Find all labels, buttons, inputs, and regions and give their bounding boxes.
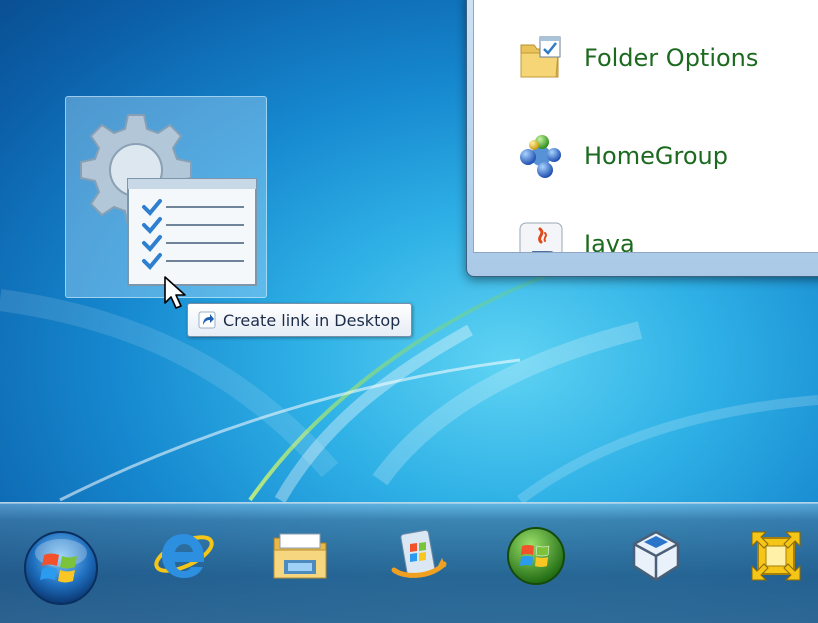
- cp-item-label: Java: [584, 230, 635, 253]
- tooltip-label: Create link in Desktop: [223, 310, 401, 330]
- shortcut-arrow-icon: [198, 311, 216, 329]
- java-icon: [519, 222, 563, 252]
- windows-update-icon: [391, 529, 447, 579]
- cp-item-homegroup[interactable]: HomeGroup: [518, 126, 728, 186]
- homegroup-icon: [520, 135, 561, 178]
- dragged-shortcut[interactable]: [65, 96, 267, 298]
- cp-item-label: Folder Options: [584, 44, 759, 72]
- folder-options-icon: [520, 36, 561, 78]
- taskbar-virtualbox[interactable]: [610, 511, 702, 601]
- taskbar-windows-explorer[interactable]: [254, 511, 346, 601]
- media-center-icon: [507, 527, 565, 585]
- resize-arrows-icon: [751, 531, 801, 581]
- create-link-tooltip: Create link in Desktop: [187, 303, 413, 337]
- internet-explorer-icon: [154, 534, 214, 578]
- control-panel-items-list: Folder Options HomeGroup Java: [473, 0, 818, 253]
- taskbar-windows-update[interactable]: [372, 511, 464, 601]
- cp-item-java[interactable]: Java: [518, 214, 635, 253]
- folder-icon: [273, 533, 327, 579]
- taskbar-resize-tool[interactable]: [730, 511, 818, 601]
- windows-logo-icon[interactable]: [22, 529, 100, 607]
- taskbar: [0, 502, 818, 623]
- task-settings-icon: [80, 114, 257, 286]
- taskbar-internet-explorer[interactable]: [138, 511, 230, 601]
- cp-item-label: HomeGroup: [584, 142, 728, 170]
- control-panel-window[interactable]: Folder Options HomeGroup Java: [466, 0, 818, 277]
- taskbar-media-center[interactable]: [490, 511, 582, 601]
- desktop[interactable]: Create link in Desktop Folder Options Ho…: [0, 0, 818, 623]
- cp-item-folder-options[interactable]: Folder Options: [518, 28, 758, 88]
- mouse-cursor-icon: [164, 276, 186, 309]
- virtualbox-icon: [632, 530, 680, 582]
